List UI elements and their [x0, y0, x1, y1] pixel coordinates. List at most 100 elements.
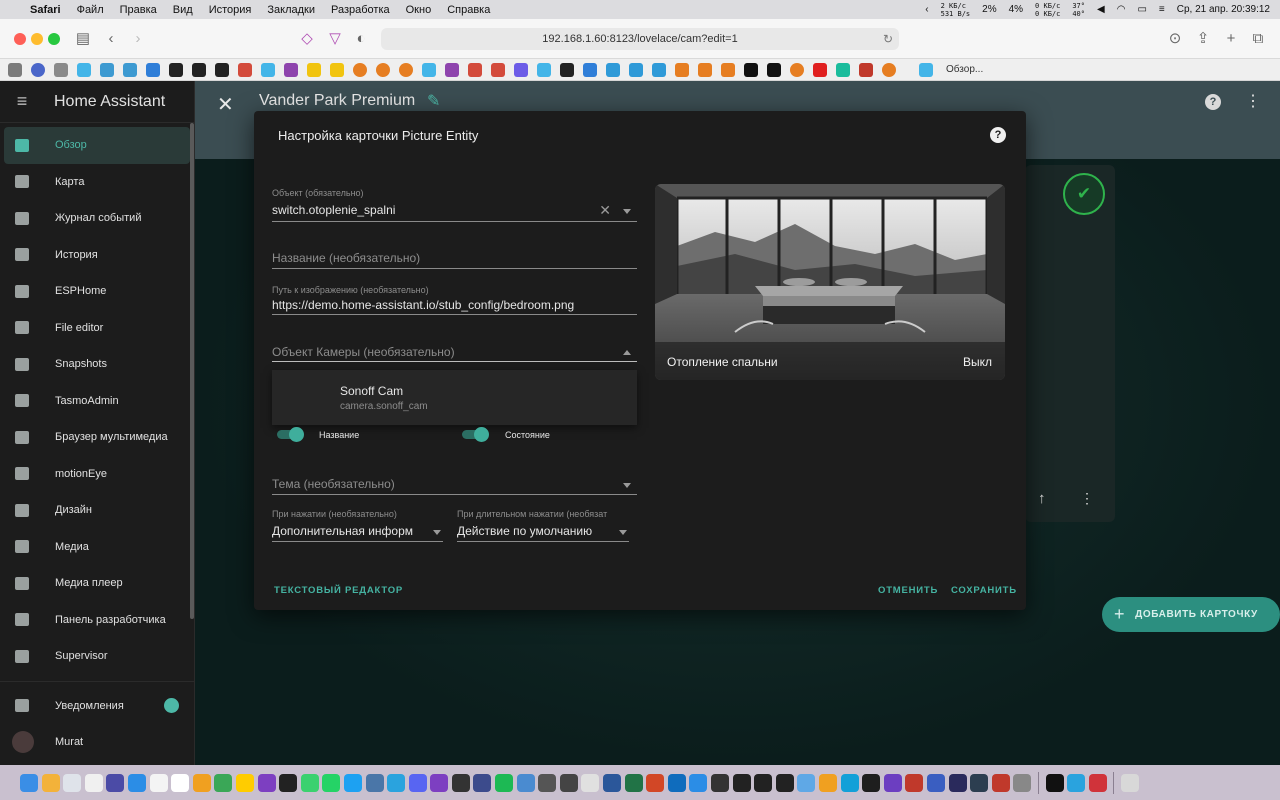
dropdown-arrow-icon[interactable]	[623, 209, 631, 214]
menu-window[interactable]: Окно	[406, 4, 432, 16]
yandex-browser-icon[interactable]	[235, 773, 254, 792]
favorite-icon[interactable]	[77, 62, 91, 77]
sidebar-item-design[interactable]: Дизайн	[0, 492, 194, 529]
help-icon[interactable]: ?	[990, 127, 1006, 143]
discord-icon[interactable]	[408, 773, 427, 792]
dock-app-icon[interactable]	[473, 773, 492, 792]
shield-check-icon[interactable]: ✔	[1063, 173, 1105, 215]
sidebar-item-media[interactable]: Медиа	[0, 529, 194, 566]
entity-field[interactable]: Объект (обязательно) switch.otoplenie_sp…	[272, 188, 637, 222]
new-tab-icon[interactable]: +	[1220, 28, 1242, 50]
favorite-icon[interactable]	[652, 62, 666, 77]
favorite-icon[interactable]	[215, 62, 229, 77]
more-vertical-icon[interactable]: ⋮	[1245, 91, 1261, 111]
favorite-icon[interactable]	[54, 62, 68, 77]
whatsapp-icon[interactable]	[322, 773, 341, 792]
favorite-icon[interactable]	[606, 62, 620, 77]
dock-app-icon[interactable]	[711, 773, 729, 792]
sidebar-item-logbook[interactable]: Журнал событий	[0, 200, 194, 237]
sidebar-item-developer-tools[interactable]: Панель разработчика	[0, 602, 194, 639]
dock-app-icon[interactable]	[840, 773, 859, 792]
powerpoint-icon[interactable]	[646, 773, 665, 792]
dropdown-arrow-icon[interactable]	[619, 530, 627, 535]
dock-app-icon[interactable]	[883, 773, 902, 792]
sidebar-item-notifications[interactable]: Уведомления	[0, 688, 194, 725]
cancel-button[interactable]: ОТМЕНИТЬ	[878, 585, 938, 596]
dock-app-icon[interactable]	[430, 773, 449, 792]
show-state-toggle[interactable]	[462, 427, 489, 442]
save-button[interactable]: СОХРАНИТЬ	[951, 585, 1017, 596]
finder-icon[interactable]	[20, 773, 38, 792]
dock-app-icon[interactable]	[818, 773, 837, 792]
minimize-window-button[interactable]	[31, 33, 43, 45]
menu-history[interactable]: История	[209, 4, 252, 16]
favorite-icon[interactable]	[445, 62, 459, 77]
favorite-icon[interactable]	[123, 62, 137, 77]
menu-collapse-icon[interactable]: ≡	[0, 91, 44, 112]
favorite-icon[interactable]	[468, 62, 482, 77]
zoom-window-button[interactable]	[48, 33, 60, 45]
wifi-icon[interactable]: ◠	[1117, 4, 1126, 15]
dropdown-arrow-up-icon[interactable]	[623, 350, 631, 355]
favorite-icon[interactable]	[100, 62, 114, 77]
sidebar-item-overview[interactable]: Обзор	[4, 127, 190, 164]
dropdown-arrow-icon[interactable]	[433, 530, 441, 535]
favorite-icon[interactable]	[675, 62, 689, 77]
favorite-icon[interactable]	[560, 62, 574, 77]
battery-icon[interactable]: ▭	[1137, 4, 1146, 15]
dock-app-icon[interactable]	[106, 773, 125, 792]
forward-icon[interactable]: ›	[127, 28, 149, 50]
vk-icon[interactable]	[365, 773, 384, 792]
dropdown-arrow-icon[interactable]	[623, 483, 631, 488]
dock-app-icon[interactable]	[559, 773, 578, 792]
control-center-icon[interactable]: ≡	[1159, 4, 1165, 15]
favorite-icon[interactable]	[491, 62, 505, 77]
sidebar-item-tasmoadmin[interactable]: TasmoAdmin	[0, 383, 194, 420]
sidebar-item-profile[interactable]: Murat	[0, 724, 194, 761]
chrome-icon[interactable]	[214, 773, 233, 792]
favorite-icon[interactable]	[813, 62, 827, 77]
dock-app-icon[interactable]	[905, 773, 924, 792]
tab-overview-label[interactable]: Обзор...	[946, 64, 983, 75]
close-icon[interactable]: ✕	[217, 92, 234, 117]
image-path-field[interactable]: Путь к изображению (необязательно) https…	[272, 285, 637, 315]
name-field[interactable]: Название (необязательно)	[272, 248, 637, 269]
code-editor-button[interactable]: ТЕКСТОВЫЙ РЕДАКТОР	[274, 585, 403, 596]
terminal-icon[interactable]	[279, 773, 298, 792]
tweetbot-icon[interactable]	[343, 773, 362, 792]
share-icon[interactable]: ⇪	[1192, 28, 1214, 50]
downloads-icon[interactable]: ⊙	[1164, 28, 1186, 50]
dock-app-icon[interactable]	[192, 773, 211, 792]
photoshop-icon[interactable]	[948, 773, 967, 792]
clear-icon[interactable]: ✕	[599, 202, 611, 219]
word-icon[interactable]	[603, 773, 622, 792]
dock-app-icon[interactable]	[926, 773, 945, 792]
trash-icon[interactable]	[1120, 773, 1139, 792]
calendar-icon[interactable]	[171, 773, 190, 792]
camera-option-sonoff[interactable]: Sonoff Cam camera.sonoff_cam	[272, 370, 637, 425]
menu-edit[interactable]: Правка	[120, 4, 157, 16]
menu-file[interactable]: Файл	[77, 4, 104, 16]
favorite-icon[interactable]	[192, 62, 206, 77]
reload-icon[interactable]: ↻	[883, 28, 893, 50]
dock-app-icon[interactable]	[1067, 773, 1086, 792]
sidebar-item-map[interactable]: Карта	[0, 164, 194, 201]
outlook-icon[interactable]	[667, 773, 686, 792]
favorite-icon[interactable]	[376, 62, 390, 77]
privacy-shield-icon[interactable]: ◇	[296, 28, 318, 50]
favorite-icon[interactable]	[330, 62, 344, 77]
theme-field[interactable]: Тема (необязательно)	[272, 475, 637, 495]
app-menu[interactable]: Safari	[30, 4, 61, 16]
close-window-button[interactable]	[14, 33, 26, 45]
favorite-icon[interactable]	[146, 62, 160, 77]
dock-app-icon[interactable]	[1088, 773, 1107, 792]
favorite-icon[interactable]	[583, 62, 597, 77]
favorite-icon[interactable]	[261, 62, 275, 77]
dock-app-icon[interactable]	[862, 773, 881, 792]
add-card-button[interactable]: + ДОБАВИТЬ КАРТОЧКУ	[1102, 597, 1280, 632]
help-icon[interactable]: ?	[1205, 94, 1221, 110]
favorite-icon[interactable]	[8, 62, 22, 77]
sidebar-scrollbar[interactable]	[190, 123, 194, 619]
sidebar-item-supervisor[interactable]: Supervisor	[0, 638, 194, 675]
favorite-icon[interactable]	[514, 62, 528, 77]
